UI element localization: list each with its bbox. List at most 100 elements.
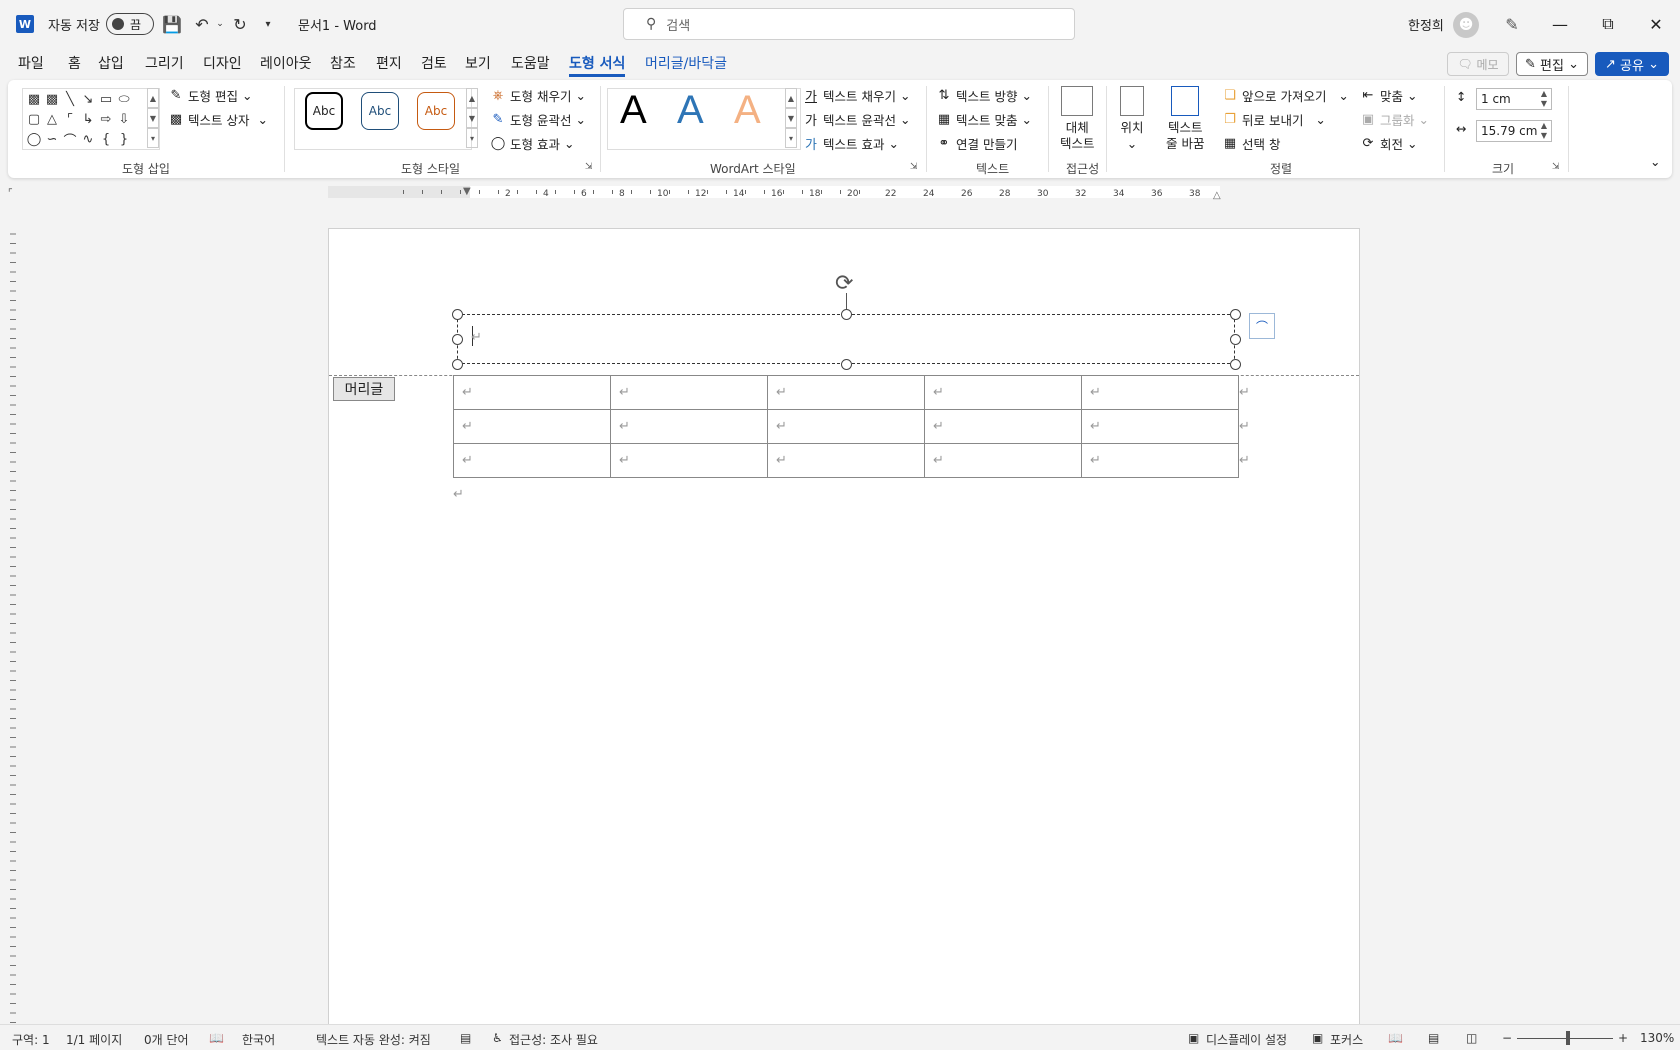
shape-fill-button[interactable]: ⎈ 도형 채우기 ⌄ xyxy=(490,84,586,106)
table-cell[interactable]: ↵ xyxy=(1081,443,1239,478)
table-cell[interactable]: ↵ xyxy=(767,375,925,410)
document-page[interactable]: ⟳ ↵ ⌒ 머리글 ↵ ↵ ↵ ↵ ↵ ↵ ↵ ↵ ↵ ↵ ↵ ↵ ↵ ↵ ↵ ↵ ↵ ↵ ↵ xyxy=(328,228,1360,1028)
shape-width-input[interactable]: 15.79 cm ▲ ▼ xyxy=(1476,120,1552,142)
tab-header-footer[interactable]: 머리글/바닥글 xyxy=(645,53,727,77)
shape-effects-button[interactable]: ◯ 도형 효과 ⌄ xyxy=(490,132,575,154)
freeform-shape-icon[interactable]: ◯ xyxy=(25,129,43,149)
zoom-slider[interactable] xyxy=(1517,1038,1613,1039)
tab-selector-icon[interactable]: ⌜ xyxy=(8,188,13,199)
search-input[interactable]: ⚲ 검색 xyxy=(623,8,1075,40)
user-name[interactable]: 한정희 xyxy=(1408,0,1444,48)
tab-help[interactable]: 도움말 xyxy=(511,53,550,77)
arc-shape-icon[interactable]: ⌒ xyxy=(61,129,79,149)
align-button[interactable]: ⇤ 맞춤 ⌄ xyxy=(1360,84,1418,106)
zoom-out-icon[interactable]: − xyxy=(1502,1031,1512,1045)
text-outline-button[interactable]: 가 텍스트 윤곽선 ⌄ xyxy=(803,108,910,130)
focus-icon[interactable]: ▣ xyxy=(1312,1031,1323,1045)
table-cell[interactable]: ↵ xyxy=(610,375,768,410)
align-text-button[interactable]: ▦ 텍스트 맞춤 ⌄ xyxy=(936,108,1032,130)
tab-home[interactable]: 홈 xyxy=(68,53,81,77)
tab-file[interactable]: 파일 xyxy=(18,53,44,77)
right-indent-icon[interactable]: △ xyxy=(1213,190,1221,200)
table-cell[interactable]: ↵ xyxy=(767,409,925,444)
create-link-button[interactable]: ⚭ 연결 만들기 xyxy=(936,132,1018,154)
tab-mailings[interactable]: 편지 xyxy=(376,53,402,77)
collapse-ribbon-icon[interactable]: ⌄ xyxy=(1650,154,1660,169)
zoom-level[interactable]: 130% xyxy=(1640,1031,1674,1045)
shape-style-black[interactable]: Abc xyxy=(305,92,343,130)
layout-options-icon[interactable]: ⌒ xyxy=(1249,313,1275,339)
dialog-launcher-icon[interactable]: ⇲ xyxy=(1552,162,1560,172)
shape-style-blue[interactable]: Abc xyxy=(361,92,399,130)
wrap-text-button[interactable]: 텍스트 줄 바꿈 xyxy=(1166,86,1204,152)
group-objects-button[interactable]: ▣ 그룹화 ⌄ xyxy=(1360,108,1429,130)
rounded-rectangle-shape-icon[interactable]: ▢ xyxy=(25,109,43,129)
wordart-style-blue[interactable]: A xyxy=(677,88,704,133)
gallery-scroll-up-icon[interactable]: ▲ xyxy=(785,88,797,108)
text-effects-button[interactable]: 가 텍스트 효과 ⌄ xyxy=(803,132,899,154)
tab-layout[interactable]: 레이아웃 xyxy=(260,53,312,77)
autosave-toggle[interactable]: 끔 xyxy=(106,13,154,35)
web-layout-icon[interactable]: ◫ xyxy=(1466,1031,1477,1045)
resize-handle-bottom[interactable] xyxy=(841,359,852,370)
vertical-text-box-shape-icon[interactable]: ▩ xyxy=(43,89,61,109)
close-button[interactable]: ✕ xyxy=(1632,0,1680,48)
text-direction-button[interactable]: ⇅ 텍스트 방향 ⌄ xyxy=(936,84,1032,106)
language-indicator[interactable]: 한국어 xyxy=(242,1031,275,1048)
autocomplete-status[interactable]: 텍스트 자동 완성: 켜짐 xyxy=(316,1031,431,1048)
resize-handle-top-right[interactable] xyxy=(1230,309,1241,320)
table-cell[interactable]: ↵ xyxy=(453,375,611,410)
table-cell[interactable]: ↵ xyxy=(924,375,1082,410)
gallery-expand-icon[interactable]: ▾ xyxy=(466,128,478,148)
bring-forward-button[interactable]: ❏ 앞으로 가져오기 ⌄ xyxy=(1222,84,1349,106)
spinner-icon[interactable]: ▲ ▼ xyxy=(1541,89,1547,109)
edit-shape-button[interactable]: ✎ 도형 편집 ⌄ xyxy=(168,84,253,106)
gallery-scroll-up-icon[interactable]: ▲ xyxy=(147,88,159,108)
customize-toolbar-icon[interactable]: ▾ xyxy=(256,12,280,36)
rotate-handle-icon[interactable]: ⟳ xyxy=(835,271,853,296)
table-cell[interactable]: ↵ xyxy=(453,409,611,444)
gallery-expand-icon[interactable]: ▾ xyxy=(147,128,159,148)
table-cell[interactable]: ↵ xyxy=(610,409,768,444)
right-brace-shape-icon[interactable]: } xyxy=(115,129,133,149)
gallery-scroll-down-icon[interactable]: ▼ xyxy=(466,108,478,128)
read-mode-icon[interactable]: 📖 xyxy=(1388,1031,1403,1045)
resize-handle-top-left[interactable] xyxy=(452,309,463,320)
gallery-scroll-down-icon[interactable]: ▼ xyxy=(147,108,159,128)
text-box-shape-icon[interactable]: ▩ xyxy=(25,89,43,109)
rotate-button[interactable]: ⟳ 회전 ⌄ xyxy=(1360,132,1418,154)
word-count[interactable]: 0개 단어 xyxy=(144,1031,189,1048)
elbow-connector-shape-icon[interactable]: ⌜ xyxy=(61,109,79,129)
accessibility-icon[interactable]: ♿ xyxy=(492,1031,503,1045)
share-button[interactable]: ↗ 공유 ⌄ xyxy=(1595,52,1669,76)
resize-handle-right[interactable] xyxy=(1230,334,1241,345)
text-box-button[interactable]: ▩ 텍스트 상자 ⌄ xyxy=(168,108,268,130)
oval-shape-icon[interactable]: ⬭ xyxy=(115,89,133,109)
wordart-style-orange[interactable]: A xyxy=(734,88,761,133)
table-cell[interactable]: ↵ xyxy=(453,443,611,478)
designer-pen-icon[interactable]: ✎ xyxy=(1500,12,1524,36)
first-line-indent-icon[interactable]: ▼ xyxy=(463,186,471,197)
resize-handle-left[interactable] xyxy=(452,334,463,345)
alt-text-button[interactable]: 대체 텍스트 xyxy=(1060,86,1095,152)
shape-height-input[interactable]: 1 cm ▲ ▼ xyxy=(1476,88,1552,110)
gallery-scroll-down-icon[interactable]: ▼ xyxy=(785,108,797,128)
avatar[interactable]: ☻ xyxy=(1453,12,1479,38)
selection-pane-button[interactable]: ▦ 선택 창 xyxy=(1222,132,1281,154)
tab-review[interactable]: 검토 xyxy=(421,53,447,77)
shape-gallery[interactable]: ▩ ▩ ╲ ↘ ▭ ⬭ ▢ △ ⌜ ↳ ⇨ ⇩ ◯ ∽ ⌒ ∿ { } xyxy=(22,88,160,150)
zoom-in-icon[interactable]: + xyxy=(1618,1031,1628,1045)
shape-outline-button[interactable]: ✎ 도형 윤곽선 ⌄ xyxy=(490,108,586,130)
wordart-style-black[interactable]: A xyxy=(620,88,647,133)
vertical-ruler[interactable] xyxy=(0,200,26,1024)
triangle-shape-icon[interactable]: △ xyxy=(43,109,61,129)
macro-recording-icon[interactable]: ▤ xyxy=(460,1031,471,1045)
table-cell[interactable]: ↵ xyxy=(1081,409,1239,444)
focus-button[interactable]: 포커스 xyxy=(1330,1031,1363,1048)
document-table[interactable]: ↵ ↵ ↵ ↵ ↵ ↵ ↵ ↵ ↵ ↵ ↵ ↵ ↵ ↵ ↵ xyxy=(453,375,1239,478)
table-cell[interactable]: ↵ xyxy=(767,443,925,478)
send-backward-button[interactable]: ❐ 뒤로 보내기 ⌄ xyxy=(1222,108,1326,130)
spinner-icon[interactable]: ▲ ▼ xyxy=(1541,121,1547,141)
redo-icon[interactable]: ↻ xyxy=(228,12,252,36)
gallery-expand-icon[interactable]: ▾ xyxy=(785,128,797,148)
